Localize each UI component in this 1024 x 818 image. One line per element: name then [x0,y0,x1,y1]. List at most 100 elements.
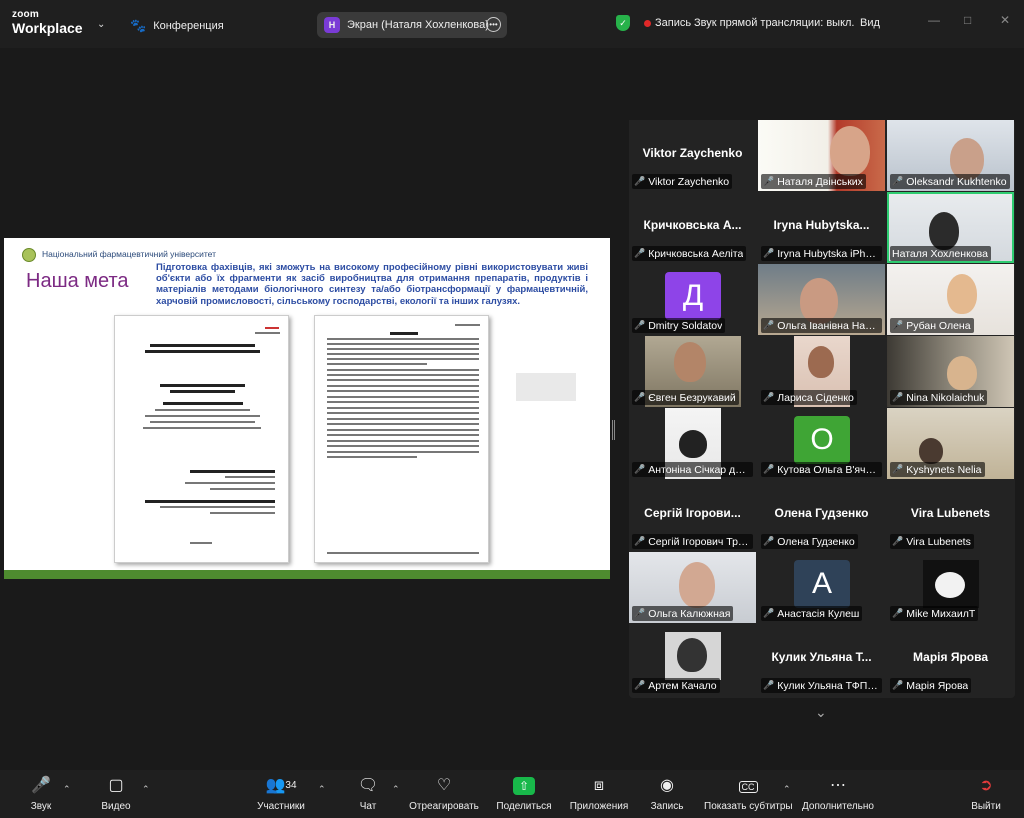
muted-mic-icon: 🎤 [763,248,775,258]
close-icon[interactable]: ✕ [1000,13,1010,27]
participant-tile[interactable]: А 🎤 Анастасія Кулеш [758,552,885,623]
muted-mic-icon: 🎤 [763,176,775,186]
participant-tile[interactable]: Сергій Ігорови... 🎤 Сергій Ігорович Трут.… [629,480,756,551]
chevron-up-icon[interactable]: ⌃ [142,784,150,795]
participant-display-name: Кричковська А... [643,218,742,232]
chevron-up-icon[interactable]: ⌃ [318,784,326,795]
chevron-up-icon[interactable]: ⌃ [783,784,791,795]
record-button[interactable]: ◉ Запись [648,776,686,812]
participant-gallery: Viktor Zaychenko 🎤 Viktor Zaychenko 🎤 Ната… [629,120,1015,698]
participant-label: 🎤 Nina Nikolaichuk [890,390,988,405]
participant-tile[interactable]: Марія Ярова 🎤 Марія Ярова [887,624,1014,695]
react-button[interactable]: ♡ Отреагировать [408,776,480,812]
participant-tile[interactable]: 🎤 Рубан Олена [887,264,1014,335]
muted-mic-icon: 🎤 [634,464,646,474]
shared-screen-slide: Національний фармацевтичний університет … [4,238,610,579]
share-label: Экран (Наталя Хохленкова) [347,19,489,31]
muted-mic-icon: 🎤 [634,176,646,186]
participant-tile[interactable]: 🎤 Kyshynets Nelia [887,408,1014,479]
participant-display-name: Марія Ярова [913,650,988,664]
record-dot-icon [644,19,651,27]
participant-tile[interactable]: Vira Lubenets 🎤 Vira Lubenets [887,480,1014,551]
more-options-icon[interactable]: ••• [486,17,501,32]
maximize-icon[interactable]: □ [964,13,971,27]
participant-display-name: Viktor Zaychenko [642,146,743,160]
participant-tile[interactable]: 🎤 Євген Безрукавий [629,336,756,407]
minimize-icon[interactable]: — [928,13,940,27]
participant-tile[interactable]: Viktor Zaychenko 🎤 Viktor Zaychenko [629,120,756,191]
video-button[interactable]: ▢ Видео [100,776,132,812]
participant-label: 🎤 Артем Качало [632,678,720,693]
muted-mic-icon: 🎤 [634,392,646,402]
heart-icon: ♡ [436,777,452,794]
participant-tile[interactable]: 🎤 Артем Качало [629,624,756,695]
participant-face [679,430,707,458]
participant-tile[interactable]: 🎤 Лариса Сіденко [758,336,885,407]
logo-line1: zoom [12,9,39,20]
participant-label: 🎤 Марія Ярова [890,678,972,693]
share-label: Поделиться [496,801,552,812]
participant-tile[interactable]: Олена Гудзенко 🎤 Олена Гудзенко [758,480,885,551]
apps-button[interactable]: ⧈ Приложения [568,776,630,812]
muted-mic-icon: 🎤 [892,608,904,618]
participant-tile[interactable]: 🎤 Ольга Іванівна Набо... [758,264,885,335]
participant-tile[interactable]: 🎤 Наталя Двінських [758,120,885,191]
chevron-down-icon[interactable]: ⌄ [815,704,827,721]
chevron-up-icon[interactable]: ⌃ [63,784,71,795]
leave-button[interactable]: ➲ Выйти [970,776,1002,812]
captions-button[interactable]: CC Показать субтитры [704,776,793,812]
recording-label: Запись [655,17,692,29]
captions-icon: CC [704,776,792,796]
participant-tile[interactable]: Iryna Hubytska... 🎤 Iryna Hubytska iPhon.… [758,192,885,263]
participant-face [830,126,870,176]
chat-button[interactable]: 🗨 Чат [356,776,380,812]
participant-tile[interactable]: О 🎤 Кутова Ольга В'ячес... [758,408,885,479]
muted-mic-icon: 🎤 [763,680,775,690]
participant-display-name: Олена Гудзенко [774,506,869,520]
splitter-handle[interactable] [612,420,615,440]
participants-button[interactable]: 👥34 Участники [256,776,306,812]
security-shield-icon[interactable]: ✓ [616,15,630,31]
participant-label: 🎤 Iryna Hubytska iPhon... [761,246,882,261]
muted-mic-icon: 🎤 [892,680,904,690]
react-label: Отреагировать [409,801,479,812]
more-button[interactable]: ⋯ Дополнительно [802,776,874,812]
chevron-down-icon[interactable]: ⌄ [97,19,105,30]
muted-mic-icon: 🎤 [763,464,775,474]
participant-label: 🎤 Mike МихаилТ [890,606,979,621]
zoom-window: zoom Workplace ⌄ 🐾 Конференция Н Экран (… [0,0,1024,818]
share-button[interactable]: ⇧ Поделиться [496,776,552,812]
conference-button[interactable]: 🐾 Конференция [130,18,224,34]
participant-label: 🎤 Анастасія Кулеш [761,606,863,621]
participant-tile[interactable]: 🎤 Ольга Калюжная [629,552,756,623]
view-button[interactable]: Вид [860,17,880,29]
recording-indicator[interactable]: Запись [644,17,691,29]
document-page-thumbnail [314,315,489,563]
participant-face [677,638,707,672]
participant-tile-active-speaker[interactable]: Наталя Хохленкова [887,192,1014,263]
live-audio-status[interactable]: Звук прямой трансляции: выкл. [694,17,855,29]
muted-mic-icon: 🎤 [892,536,904,546]
participant-tile[interactable]: Д 🎤 Dmitry Soldatov [629,264,756,335]
chevron-up-icon[interactable]: ⌃ [392,784,400,795]
muted-mic-icon: 🎤 [763,392,775,402]
screen-share-indicator[interactable]: Н Экран (Наталя Хохленкова) ••• [317,12,507,38]
participant-tile[interactable]: 🎤 Антоніна Січкар доц... [629,408,756,479]
slide-placeholder [516,373,576,401]
participant-tile[interactable]: 🎤 Nina Nikolaichuk [887,336,1014,407]
participant-tile[interactable]: Кричковська А... 🎤 Кричковська Аеліта [629,192,756,263]
participants-label: Участники [257,801,305,812]
share-screen-icon: ⇧ [513,777,535,795]
audio-button[interactable]: 🎤 Звук [26,776,56,812]
muted-mic-icon: 🎤 [763,536,775,546]
participant-tile[interactable]: 🎤 Oleksandr Kukhtenko [887,120,1014,191]
participant-tile[interactable]: Кулик Ульяна Т... 🎤 Кулик Ульяна ТФПм2... [758,624,885,695]
video-label: Видео [101,801,131,812]
participant-tile[interactable]: 🎤 Mike МихаилТ [887,552,1014,623]
muted-mic-icon: 🎤 [892,176,904,186]
muted-mic-icon: 🎤 [892,464,904,474]
participant-label: 🎤 Антоніна Січкар доц... [632,462,753,477]
slide-text: Підготовка фахівців, які зможуть на висо… [156,262,588,307]
muted-mic-icon: 🎤 [634,680,646,690]
participant-label: 🎤 Рубан Олена [890,318,974,333]
